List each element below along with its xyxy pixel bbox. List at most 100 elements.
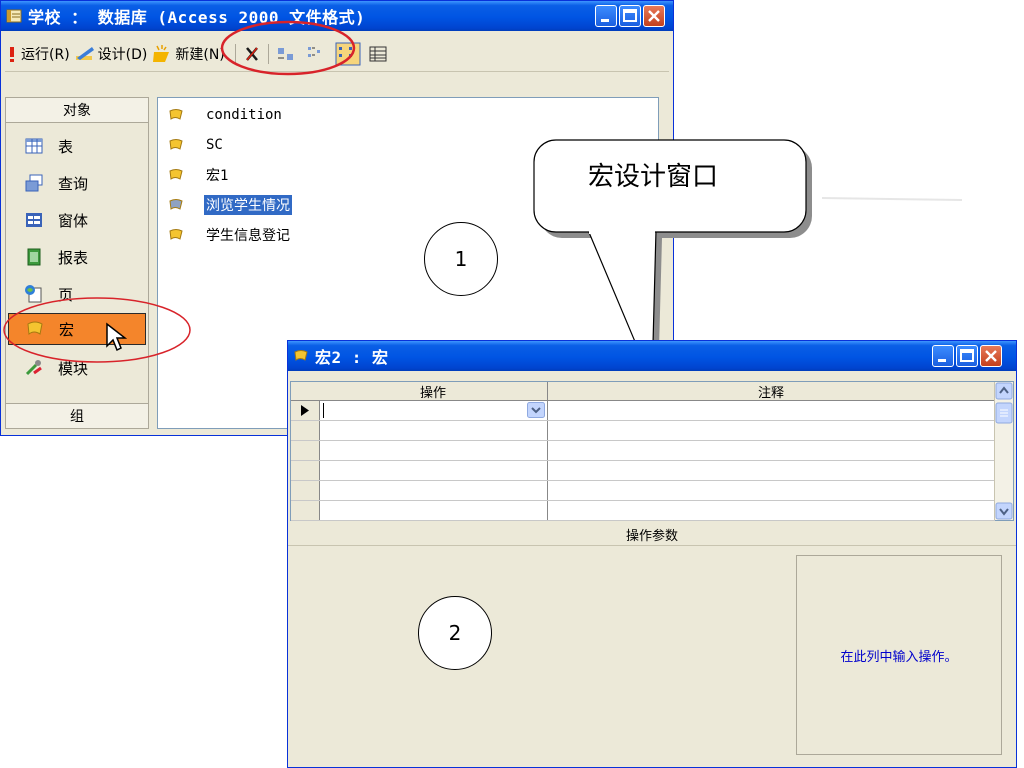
callout-text: 宏设计窗口 [588, 162, 719, 192]
form-icon [24, 210, 44, 230]
macro-icon [168, 227, 184, 243]
hint-panel: 在此列中输入操作。 [796, 555, 1002, 755]
design-button[interactable]: 设计(D) [74, 44, 148, 64]
macro-window-titlebar[interactable]: 宏2 : 宏 [288, 341, 1016, 371]
table-icon [24, 136, 44, 156]
macro-maximize-button[interactable] [956, 345, 978, 367]
new-button-highlight-ellipse [220, 20, 356, 76]
run-label: 运行(R) [21, 47, 70, 63]
object-query[interactable]: 查询 [8, 165, 146, 201]
comment-cell[interactable] [548, 421, 994, 440]
exclamation-icon [10, 47, 14, 62]
object-label: 查询 [58, 174, 89, 193]
row-selector[interactable] [291, 421, 320, 440]
macro-close-button[interactable] [980, 345, 1002, 367]
maximize-icon [960, 349, 974, 362]
action-cell[interactable] [319, 401, 548, 420]
row-selector[interactable] [291, 481, 320, 500]
action-cell[interactable] [319, 421, 548, 440]
column-header-action[interactable]: 操作 [319, 382, 548, 401]
close-icon [985, 350, 997, 362]
minimize-icon [601, 19, 609, 22]
close-button[interactable] [643, 5, 665, 27]
grid-scrollbar[interactable] [994, 382, 1013, 520]
macro-list-item-label: condition [206, 107, 282, 123]
scroll-up-icon[interactable] [995, 382, 1013, 400]
row-selector[interactable] [291, 401, 320, 420]
object-label: 报表 [58, 248, 89, 267]
macro-list-item-label: 学生信息登记 [206, 228, 290, 244]
marker-1: 1 [424, 222, 498, 296]
grid-row[interactable] [291, 421, 995, 441]
scroll-down-icon[interactable] [995, 502, 1013, 520]
comment-cell[interactable] [548, 401, 994, 420]
grid-row[interactable] [291, 501, 995, 521]
design-label: 设计(D) [97, 47, 148, 63]
macro-list-item-label: 浏览学生情况 [204, 195, 292, 215]
hint-text: 在此列中输入操作。 [840, 649, 958, 665]
grid-row[interactable] [291, 481, 995, 501]
macro-icon [168, 137, 184, 153]
object-label: 窗体 [58, 211, 89, 230]
marker-2: 2 [418, 596, 492, 670]
design-icon [75, 47, 94, 60]
row-selector[interactable] [291, 441, 320, 460]
action-cell[interactable] [319, 441, 548, 460]
row-selector[interactable] [291, 501, 320, 520]
dropdown-arrow-icon[interactable] [527, 402, 545, 418]
minimize-button[interactable] [595, 5, 617, 27]
column-header-comment[interactable]: 注释 [548, 382, 994, 401]
action-arguments-area [290, 547, 790, 761]
grid-row[interactable] [291, 401, 995, 421]
grid-row[interactable] [291, 441, 995, 461]
comment-cell[interactable] [548, 501, 994, 520]
macro-list-item[interactable]: condition [168, 104, 284, 126]
object-label: 表 [58, 137, 74, 156]
close-icon [648, 10, 660, 22]
new-button[interactable]: 新建(N) [151, 44, 225, 64]
report-icon [24, 247, 44, 267]
text-caret [323, 403, 324, 418]
action-cell[interactable] [319, 501, 548, 520]
macro-icon [168, 107, 184, 123]
comment-cell[interactable] [548, 481, 994, 500]
comment-cell[interactable] [548, 461, 994, 480]
action-cell[interactable] [319, 461, 548, 480]
maximize-button[interactable] [619, 5, 641, 27]
macro-grid: 操作 注释 [290, 381, 1014, 521]
macro-list-item-label: SC [206, 137, 223, 153]
scroll-thumb[interactable] [995, 402, 1013, 424]
objects-header[interactable]: 对象 [6, 98, 148, 123]
macro-list-item[interactable]: 学生信息登记 [168, 224, 292, 246]
macro-list-item[interactable]: 浏览学生情况 [168, 194, 292, 216]
groups-header[interactable]: 组 [6, 403, 148, 428]
run-button[interactable]: 运行(R) [5, 44, 70, 64]
macro-icon [294, 350, 308, 361]
row-selector[interactable] [291, 461, 320, 480]
macro-icon [168, 197, 184, 213]
action-arguments-header: 操作参数 [288, 525, 1016, 546]
macro-list-item-label: 宏1 [206, 168, 229, 184]
object-table[interactable]: 表 [8, 128, 146, 164]
objects-bar: 对象 表查询 窗体 报表页宏模块 组 [5, 97, 149, 429]
object-form[interactable]: 窗体 [8, 202, 146, 238]
details-view-icon[interactable] [367, 44, 389, 64]
comment-cell[interactable] [548, 441, 994, 460]
minimize-icon [938, 359, 946, 362]
macro-minimize-button[interactable] [932, 345, 954, 367]
macro-window-title: 宏2 : 宏 [315, 348, 389, 367]
maximize-icon [623, 9, 637, 22]
query-icon [24, 173, 44, 193]
macro-list-item[interactable]: 宏1 [168, 164, 230, 186]
object-report[interactable]: 报表 [8, 239, 146, 275]
macro-list-item[interactable]: SC [168, 134, 225, 156]
grid-row[interactable] [291, 461, 995, 481]
current-row-arrow-icon [301, 405, 309, 416]
new-icon [153, 45, 170, 62]
grid-header-selector [291, 382, 320, 401]
macro-object-highlight-ellipse [3, 297, 191, 363]
macro-design-window: 宏2 : 宏 操作 注释 操作参数 在此列中输入操作。 [287, 340, 1017, 768]
action-cell[interactable] [319, 481, 548, 500]
database-icon [6, 9, 22, 23]
macro-icon [168, 167, 184, 183]
